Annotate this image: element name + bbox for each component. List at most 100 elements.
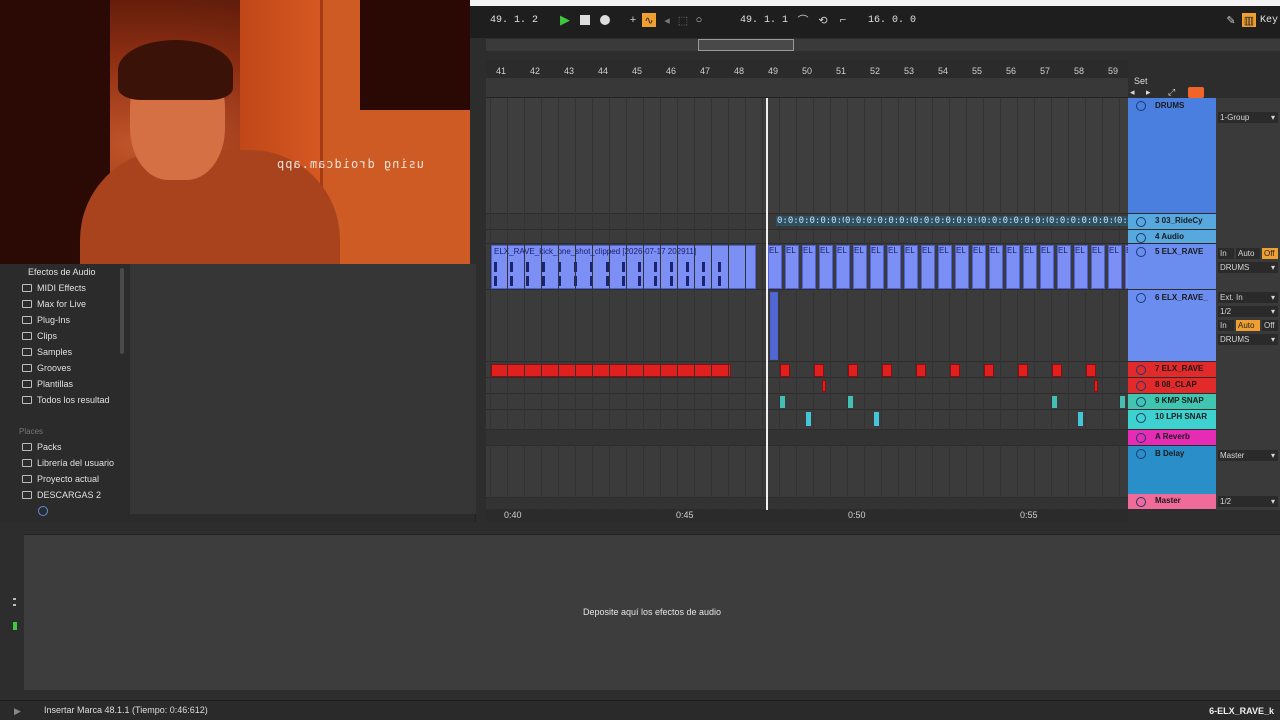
punch-in-icon[interactable]: ⌒ bbox=[796, 13, 810, 27]
add-icon[interactable]: + bbox=[626, 13, 640, 27]
elx-rave-red-hit[interactable] bbox=[780, 364, 790, 377]
next-locator-icon[interactable]: ▸ bbox=[1146, 87, 1151, 98]
browser-place[interactable]: DESCARGAS 2 bbox=[22, 490, 101, 500]
browser-category[interactable]: Grooves bbox=[22, 363, 71, 373]
loop-start[interactable]: 49. 1. 1 bbox=[740, 15, 788, 26]
ride-clip[interactable]: 0:0:0:0:0:0:0 bbox=[980, 216, 1053, 226]
track-header[interactable]: 7 ELX_RAVE bbox=[1128, 362, 1216, 378]
track-6-input-channel-select[interactable]: 1/2 ▾ bbox=[1218, 306, 1278, 317]
ride-clip[interactable]: 0:0:0:0:0:0:0 bbox=[912, 216, 985, 226]
add-folder-icon[interactable] bbox=[38, 506, 48, 516]
browser-place[interactable]: Packs bbox=[22, 442, 62, 452]
elx-rave-small-clip[interactable]: EL bbox=[853, 245, 867, 289]
track-header[interactable]: 4 Audio bbox=[1128, 230, 1216, 244]
status-expand-icon[interactable]: ▶ bbox=[14, 706, 21, 717]
lane-master[interactable] bbox=[486, 498, 1128, 510]
elx-rave-small-clip[interactable]: EL bbox=[836, 245, 850, 289]
auto-button[interactable]: Auto bbox=[1236, 248, 1260, 259]
device-view[interactable]: Deposite aquí los efectos de audio bbox=[24, 534, 1280, 690]
elx-rave-red-hit[interactable] bbox=[1018, 364, 1028, 377]
punch-out-icon[interactable]: ⌐ bbox=[836, 13, 850, 27]
elx-rave-small-clip[interactable]: EL bbox=[1023, 245, 1037, 289]
browser-place[interactable]: Proyecto actual bbox=[22, 474, 99, 484]
browser-category[interactable]: Max for Live bbox=[22, 299, 86, 309]
stop-icon[interactable] bbox=[578, 13, 592, 27]
elx-rave-red-hit[interactable] bbox=[848, 364, 858, 377]
ride-clip[interactable]: 0:0:0:0:0:0:0 bbox=[844, 216, 917, 226]
elx-rave-small-clip[interactable]: EL bbox=[870, 245, 884, 289]
browser-category[interactable]: MIDI Effects bbox=[22, 283, 86, 293]
track-header[interactable]: 3 03_RideCy bbox=[1128, 214, 1216, 230]
track-header[interactable]: 8 08_CLAP bbox=[1128, 378, 1216, 394]
elx-rave-small-clip[interactable]: EL bbox=[938, 245, 952, 289]
loop-brace-lane[interactable] bbox=[486, 78, 1128, 98]
browser-category[interactable]: Todos los resultad bbox=[22, 395, 110, 405]
browser-scrollbar[interactable] bbox=[120, 268, 124, 354]
track-activator-icon[interactable] bbox=[1136, 217, 1146, 227]
track-activator-icon[interactable] bbox=[1136, 101, 1146, 111]
elx-rave-red-hit[interactable] bbox=[950, 364, 960, 377]
elx-rave-red-hit[interactable] bbox=[984, 364, 994, 377]
record-icon[interactable] bbox=[598, 13, 612, 27]
song-position[interactable]: 49. 1. 2 bbox=[490, 15, 538, 26]
clap-hit[interactable] bbox=[1094, 380, 1098, 392]
auto-button[interactable]: Auto bbox=[1236, 320, 1260, 331]
elx-rave-small-clip[interactable]: EL bbox=[1006, 245, 1020, 289]
lph-snar-hit[interactable] bbox=[1078, 412, 1083, 426]
time-ruler[interactable]: 0:40 0:45 0:50 0:55 bbox=[486, 510, 1128, 522]
drums-output-select[interactable]: 1-Group ▾ bbox=[1218, 112, 1278, 123]
loop-switch-icon[interactable]: ⟲ bbox=[816, 13, 830, 27]
lane-elx-rave-6[interactable] bbox=[486, 290, 1128, 362]
track-header[interactable]: Master bbox=[1128, 494, 1216, 510]
elx-rave-small-clip[interactable]: EL bbox=[1057, 245, 1071, 289]
browser-category[interactable]: Clips bbox=[22, 331, 57, 341]
elx-rave-red-hit[interactable] bbox=[882, 364, 892, 377]
track-activator-icon[interactable] bbox=[1136, 413, 1146, 423]
lane-reverb[interactable] bbox=[486, 430, 1128, 446]
elx-rave-small-clip[interactable]: EL bbox=[921, 245, 935, 289]
elx-rave-6-clip[interactable] bbox=[770, 292, 778, 360]
lane-drums[interactable] bbox=[486, 98, 1128, 214]
ride-clip[interactable]: 0:0:0:0:0:0:0 bbox=[1048, 216, 1121, 226]
track-header[interactable]: 9 KMP SNAP bbox=[1128, 394, 1216, 410]
expand-icon[interactable]: ⤢ bbox=[1168, 87, 1175, 98]
play-icon[interactable]: ▶ bbox=[558, 12, 572, 27]
ride-clip[interactable]: 0:0:0:0:0:0:0 bbox=[1116, 216, 1128, 226]
beat-time-ruler[interactable]: 41 42 43 44 45 46 47 48 49 50 51 52 53 54 55 56 57 58 59 bbox=[486, 60, 1128, 78]
elx-rave-red-clip[interactable] bbox=[491, 364, 731, 377]
browser-place[interactable]: Librería del usuario bbox=[22, 458, 114, 468]
clap-hit[interactable] bbox=[822, 380, 826, 392]
off-button[interactable]: Off bbox=[1262, 320, 1278, 331]
kmp-snap-hit[interactable] bbox=[1120, 396, 1125, 408]
master-output-select[interactable]: 1/2 ▾ bbox=[1218, 496, 1278, 507]
lane-audio[interactable] bbox=[486, 230, 1128, 244]
automation-arm-icon[interactable]: ∿ bbox=[642, 13, 656, 27]
back-to-arrangement-icon[interactable]: ◂ bbox=[660, 13, 674, 27]
elx-rave-red-hit[interactable] bbox=[916, 364, 926, 377]
lock-icon[interactable] bbox=[1188, 87, 1204, 98]
elx-rave-small-clip[interactable]: EL bbox=[1040, 245, 1054, 289]
elx-rave-small-clip[interactable]: EL bbox=[1108, 245, 1122, 289]
track-activator-icon[interactable] bbox=[1136, 449, 1146, 459]
elx-rave-small-clip[interactable]: EL bbox=[785, 245, 799, 289]
elx-rave-small-clip[interactable]: EL bbox=[768, 245, 782, 289]
track-header[interactable]: B Delay bbox=[1128, 446, 1216, 498]
overview-visible-area[interactable] bbox=[698, 39, 794, 51]
track-activator-icon[interactable] bbox=[1136, 233, 1146, 243]
monitor-in-button[interactable]: In bbox=[1218, 320, 1234, 331]
kmp-snap-hit[interactable] bbox=[780, 396, 785, 408]
loop-length[interactable]: 16. 0. 0 bbox=[868, 15, 916, 26]
kick-clip[interactable]: ELX_RAVE_kick_one_shot_clipped [2026-07-… bbox=[491, 245, 756, 289]
track-activator-icon[interactable] bbox=[1136, 381, 1146, 391]
lane-delay[interactable] bbox=[486, 446, 1128, 498]
elx-rave-small-clip[interactable]: EL bbox=[904, 245, 918, 289]
browser-content-pane[interactable] bbox=[130, 264, 476, 514]
lane-clap[interactable] bbox=[486, 378, 1128, 394]
track-6-input-type-select[interactable]: Ext. In ▾ bbox=[1218, 292, 1278, 303]
elx-rave-red-hit[interactable] bbox=[1052, 364, 1062, 377]
kmp-snap-hit[interactable] bbox=[848, 396, 853, 408]
lane-kmp-snap[interactable] bbox=[486, 394, 1128, 410]
browser-category[interactable]: Samples bbox=[22, 347, 72, 357]
elx-rave-small-clip[interactable]: EL bbox=[1074, 245, 1088, 289]
track-header[interactable]: 5 ELX_RAVE bbox=[1128, 244, 1216, 290]
